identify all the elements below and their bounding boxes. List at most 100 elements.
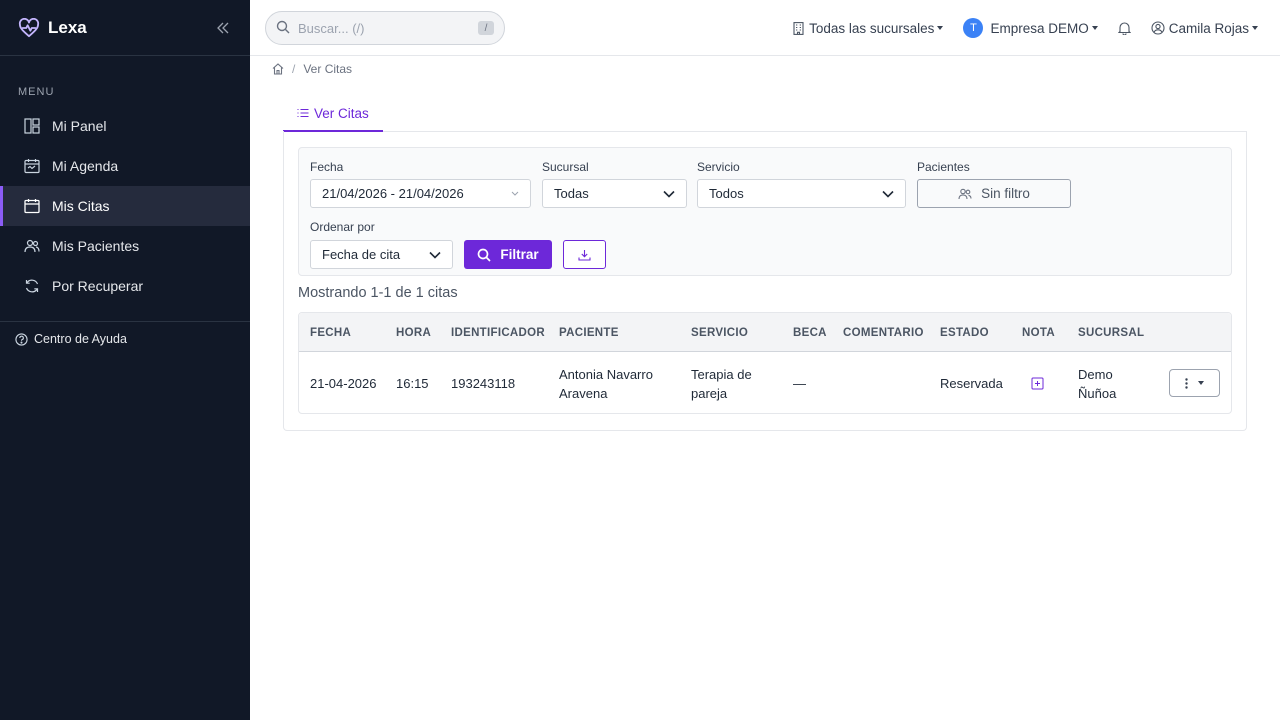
column-header-beca[interactable]: BECA	[793, 313, 827, 352]
search-shortcut-badge: /	[478, 21, 494, 35]
cell-fecha: 21-04-2026	[310, 376, 377, 391]
chevron-down-icon	[663, 190, 675, 198]
chevron-down-icon	[882, 190, 894, 198]
kebab-menu-icon	[1185, 377, 1188, 389]
heart-pulse-logo-icon	[18, 17, 40, 39]
column-header-estado[interactable]: ESTADO	[940, 313, 989, 352]
calendar-blank-icon	[24, 198, 40, 214]
topbar-actions: Todas las sucursales T Empresa DEMO Cami…	[793, 0, 1258, 56]
notifications-button[interactable]	[1117, 21, 1131, 35]
service-label: Servicio	[697, 160, 740, 174]
search-box[interactable]: /	[265, 11, 505, 45]
sidebar: Lexa MENU Mi Panel Mi Agenda Mis Citas M…	[0, 0, 250, 720]
chevron-down-icon	[511, 191, 519, 196]
breadcrumb: / Ver Citas	[272, 62, 352, 76]
company-selector[interactable]: T Empresa DEMO	[963, 18, 1098, 38]
sidebar-item-mis-citas[interactable]: Mis Citas	[0, 186, 250, 226]
topbar: / Todas las sucursales T Empresa DEMO Ca…	[250, 0, 1280, 56]
cell-servicio: Terapia de pareja	[691, 366, 752, 401]
cell-sucursal: Demo Ñuñoa	[1078, 366, 1117, 401]
service-select-value: Todos	[709, 186, 744, 201]
sort-label: Ordenar por	[310, 220, 375, 234]
help-circle-icon	[15, 332, 28, 346]
column-header-fecha[interactable]: FECHA	[310, 313, 351, 352]
user-menu-label: Camila Rojas	[1168, 20, 1249, 36]
cell-estado: Reservada	[940, 376, 1003, 391]
sidebar-item-por-recuperar[interactable]: Por Recuperar	[0, 266, 250, 306]
breadcrumb-current: Ver Citas	[303, 62, 353, 76]
brand: Lexa	[0, 0, 250, 56]
dashboard-icon	[24, 118, 40, 134]
users-icon	[958, 188, 972, 200]
cell-paciente[interactable]: Antonia Navarro Aravena	[559, 353, 674, 414]
row-actions-button[interactable]	[1169, 369, 1220, 397]
caret-down-icon	[1091, 26, 1098, 30]
date-range-value: 21/04/2026 - 21/04/2026	[322, 186, 464, 201]
user-menu[interactable]: Camila Rojas	[1151, 21, 1258, 36]
patients-filter-label: Sin filtro	[981, 186, 1030, 201]
date-label: Fecha	[310, 160, 344, 174]
help-center-label: Centro de Ayuda	[34, 332, 127, 346]
filters-card: Fecha 21/04/2026 - 21/04/2026 Sucursal T…	[298, 147, 1232, 276]
sidebar-item-label: Mi Panel	[52, 118, 107, 134]
filter-button[interactable]: Filtrar	[464, 240, 552, 269]
sidebar-item-label: Mis Pacientes	[52, 238, 140, 254]
search-icon	[477, 248, 491, 262]
sidebar-item-mi-agenda[interactable]: Mi Agenda	[0, 146, 250, 186]
bell-icon	[1117, 21, 1131, 35]
sidebar-item-label: Mis Citas	[52, 198, 110, 214]
filter-button-label: Filtrar	[500, 247, 539, 262]
chevron-down-icon	[429, 251, 441, 259]
tab-bar: Ver Citas	[283, 96, 1246, 132]
download-button[interactable]	[563, 240, 606, 269]
company-selector-label: Empresa DEMO	[990, 20, 1089, 36]
user-circle-icon	[1151, 21, 1165, 35]
building-icon	[793, 21, 804, 35]
column-header-servicio[interactable]: SERVICIO	[691, 313, 748, 352]
refresh-icon	[24, 278, 40, 294]
help-center-link[interactable]: Centro de Ayuda	[0, 322, 250, 356]
caret-down-icon	[937, 26, 944, 30]
branch-selector-label: Todas las sucursales	[809, 20, 935, 36]
calendar-icon	[24, 158, 40, 174]
users-icon	[24, 238, 40, 254]
tab-ver-citas[interactable]: Ver Citas	[283, 96, 383, 132]
caret-down-icon	[1198, 381, 1204, 385]
sidebar-item-mi-panel[interactable]: Mi Panel	[0, 106, 250, 146]
patients-label: Pacientes	[917, 160, 970, 174]
list-icon	[297, 108, 309, 118]
collapse-sidebar-icon[interactable]	[214, 19, 232, 37]
branch-selector[interactable]: Todas las sucursales	[793, 20, 944, 36]
patients-filter-button[interactable]: Sin filtro	[917, 179, 1071, 208]
sort-select-value: Fecha de cita	[322, 247, 401, 262]
breadcrumb-separator: /	[292, 62, 296, 76]
appointments-table: FECHA HORA IDENTIFICADOR PACIENTE SERVIC…	[298, 312, 1232, 414]
note-add-icon[interactable]	[1031, 353, 1044, 414]
column-header-nota[interactable]: NOTA	[1022, 313, 1055, 352]
company-avatar: T	[963, 18, 984, 38]
branch-label: Sucursal	[542, 160, 589, 174]
table-header: FECHA HORA IDENTIFICADOR PACIENTE SERVIC…	[299, 313, 1231, 352]
menu-title: MENU	[18, 86, 55, 98]
sidebar-item-label: Por Recuperar	[52, 278, 144, 294]
sort-select[interactable]: Fecha de cita	[310, 240, 453, 269]
app-name: Lexa	[48, 17, 87, 37]
tab-label: Ver Citas	[314, 105, 369, 121]
branch-select[interactable]: Todas	[542, 179, 687, 208]
column-header-identificador[interactable]: IDENTIFICADOR	[451, 313, 545, 352]
sidebar-item-label: Mi Agenda	[52, 158, 119, 174]
date-range-picker[interactable]: 21/04/2026 - 21/04/2026	[310, 179, 531, 208]
home-icon[interactable]	[272, 63, 284, 75]
column-header-sucursal[interactable]: SUCURSAL	[1078, 313, 1144, 352]
column-header-paciente[interactable]: PACIENTE	[559, 313, 619, 352]
column-header-hora[interactable]: HORA	[396, 313, 431, 352]
service-select[interactable]: Todos	[697, 179, 906, 208]
results-summary: Mostrando 1-1 de 1 citas	[298, 285, 458, 301]
branch-select-value: Todas	[554, 186, 589, 201]
search-input[interactable]	[298, 20, 468, 36]
cell-hora: 16:15	[396, 376, 429, 391]
sidebar-item-mis-pacientes[interactable]: Mis Pacientes	[0, 226, 250, 266]
column-header-comentario[interactable]: COMENTARIO	[843, 313, 924, 352]
download-icon	[578, 249, 591, 261]
cell-beca: —	[793, 376, 806, 391]
